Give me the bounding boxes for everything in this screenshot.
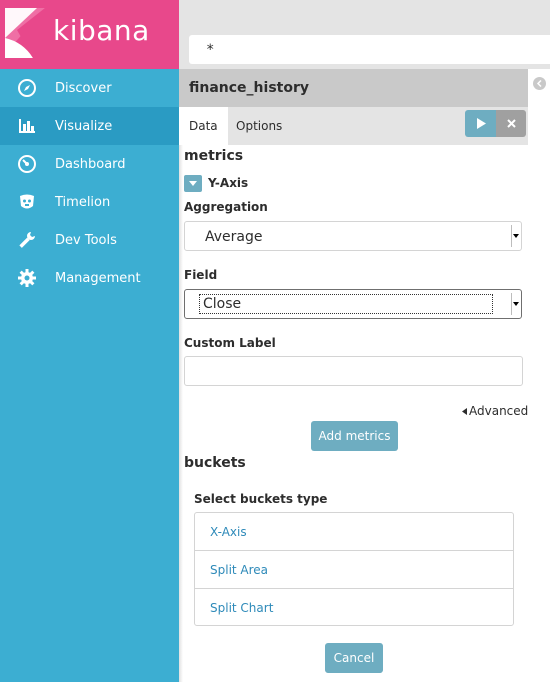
query-input[interactable] <box>189 35 550 64</box>
custom-label-input[interactable] <box>184 356 523 386</box>
add-metrics-button[interactable]: Add metrics <box>311 421 398 451</box>
field-select[interactable]: Close <box>184 289 522 319</box>
compass-icon <box>17 78 37 98</box>
sidebar-item-label: Visualize <box>55 118 113 134</box>
metrics-title: metrics <box>184 148 244 164</box>
sidebar-item-label: Dashboard <box>55 156 126 172</box>
sidebar-item-dev-tools[interactable]: Dev Tools <box>0 221 179 259</box>
chevron-left-icon <box>536 80 542 87</box>
advanced-label: Advanced <box>469 404 529 418</box>
sidebar-item-label: Management <box>55 270 141 286</box>
aggregation-select[interactable]: Average <box>184 221 522 251</box>
bucket-type-x-axis[interactable]: X-Axis <box>195 513 513 551</box>
bucket-type-split-area[interactable]: Split Area <box>195 551 513 589</box>
advanced-toggle[interactable]: Advanced <box>462 404 528 418</box>
field-label: Field <box>184 268 218 282</box>
caret-left-icon <box>462 407 467 415</box>
index-pattern-title: finance_history <box>179 69 528 107</box>
sidebar-item-label: Discover <box>55 80 112 96</box>
focus-ring <box>199 294 493 314</box>
discard-changes-button[interactable] <box>496 110 526 137</box>
sidebar-item-discover[interactable]: Discover <box>0 69 179 107</box>
select-buckets-label: Select buckets type <box>194 492 328 506</box>
yaxis-toggle-button[interactable] <box>184 175 202 192</box>
aggregation-label: Aggregation <box>184 200 268 214</box>
logo-text: kibana <box>53 14 150 47</box>
caret-down-icon <box>189 180 197 186</box>
bucket-type-split-chart[interactable]: Split Chart <box>195 589 513 627</box>
cancel-button[interactable]: Cancel <box>325 643 383 673</box>
gear-icon <box>17 268 37 288</box>
tab-options[interactable]: Options <box>226 107 292 145</box>
query-bar <box>179 0 550 69</box>
close-icon <box>506 119 516 128</box>
sidebar-item-label: Dev Tools <box>55 232 117 248</box>
collapse-sidebar-button[interactable] <box>533 77 546 90</box>
bar-chart-icon <box>17 116 37 136</box>
aggregation-value: Average <box>205 229 263 245</box>
custom-label-label: Custom Label <box>184 336 276 350</box>
select-arrow-icon <box>511 293 520 315</box>
select-arrow-icon <box>511 225 520 247</box>
sidebar-item-management[interactable]: Management <box>0 259 179 297</box>
buckets-title: buckets <box>184 455 246 471</box>
sidebar-item-timelion[interactable]: Timelion <box>0 183 179 221</box>
wrench-icon <box>17 230 37 250</box>
kibana-logo[interactable]: kibana <box>0 0 179 69</box>
sidebar-item-visualize[interactable]: Visualize <box>0 107 179 145</box>
bucket-type-list: X-Axis Split Area Split Chart <box>194 512 514 626</box>
tab-data[interactable]: Data <box>179 107 228 145</box>
sidebar-item-label: Timelion <box>55 194 111 210</box>
apply-changes-button[interactable] <box>465 110 496 137</box>
field-value: Close <box>203 296 242 312</box>
sidebar: kibana Discover Visualize Dashboard Time… <box>0 0 183 682</box>
dashboard-gauge-icon <box>17 154 37 174</box>
yaxis-label: Y-Axis <box>208 176 249 190</box>
sidebar-item-dashboard[interactable]: Dashboard <box>0 145 179 183</box>
kibana-logo-icon <box>5 8 45 58</box>
timelion-icon <box>17 192 37 212</box>
play-icon <box>476 118 486 129</box>
